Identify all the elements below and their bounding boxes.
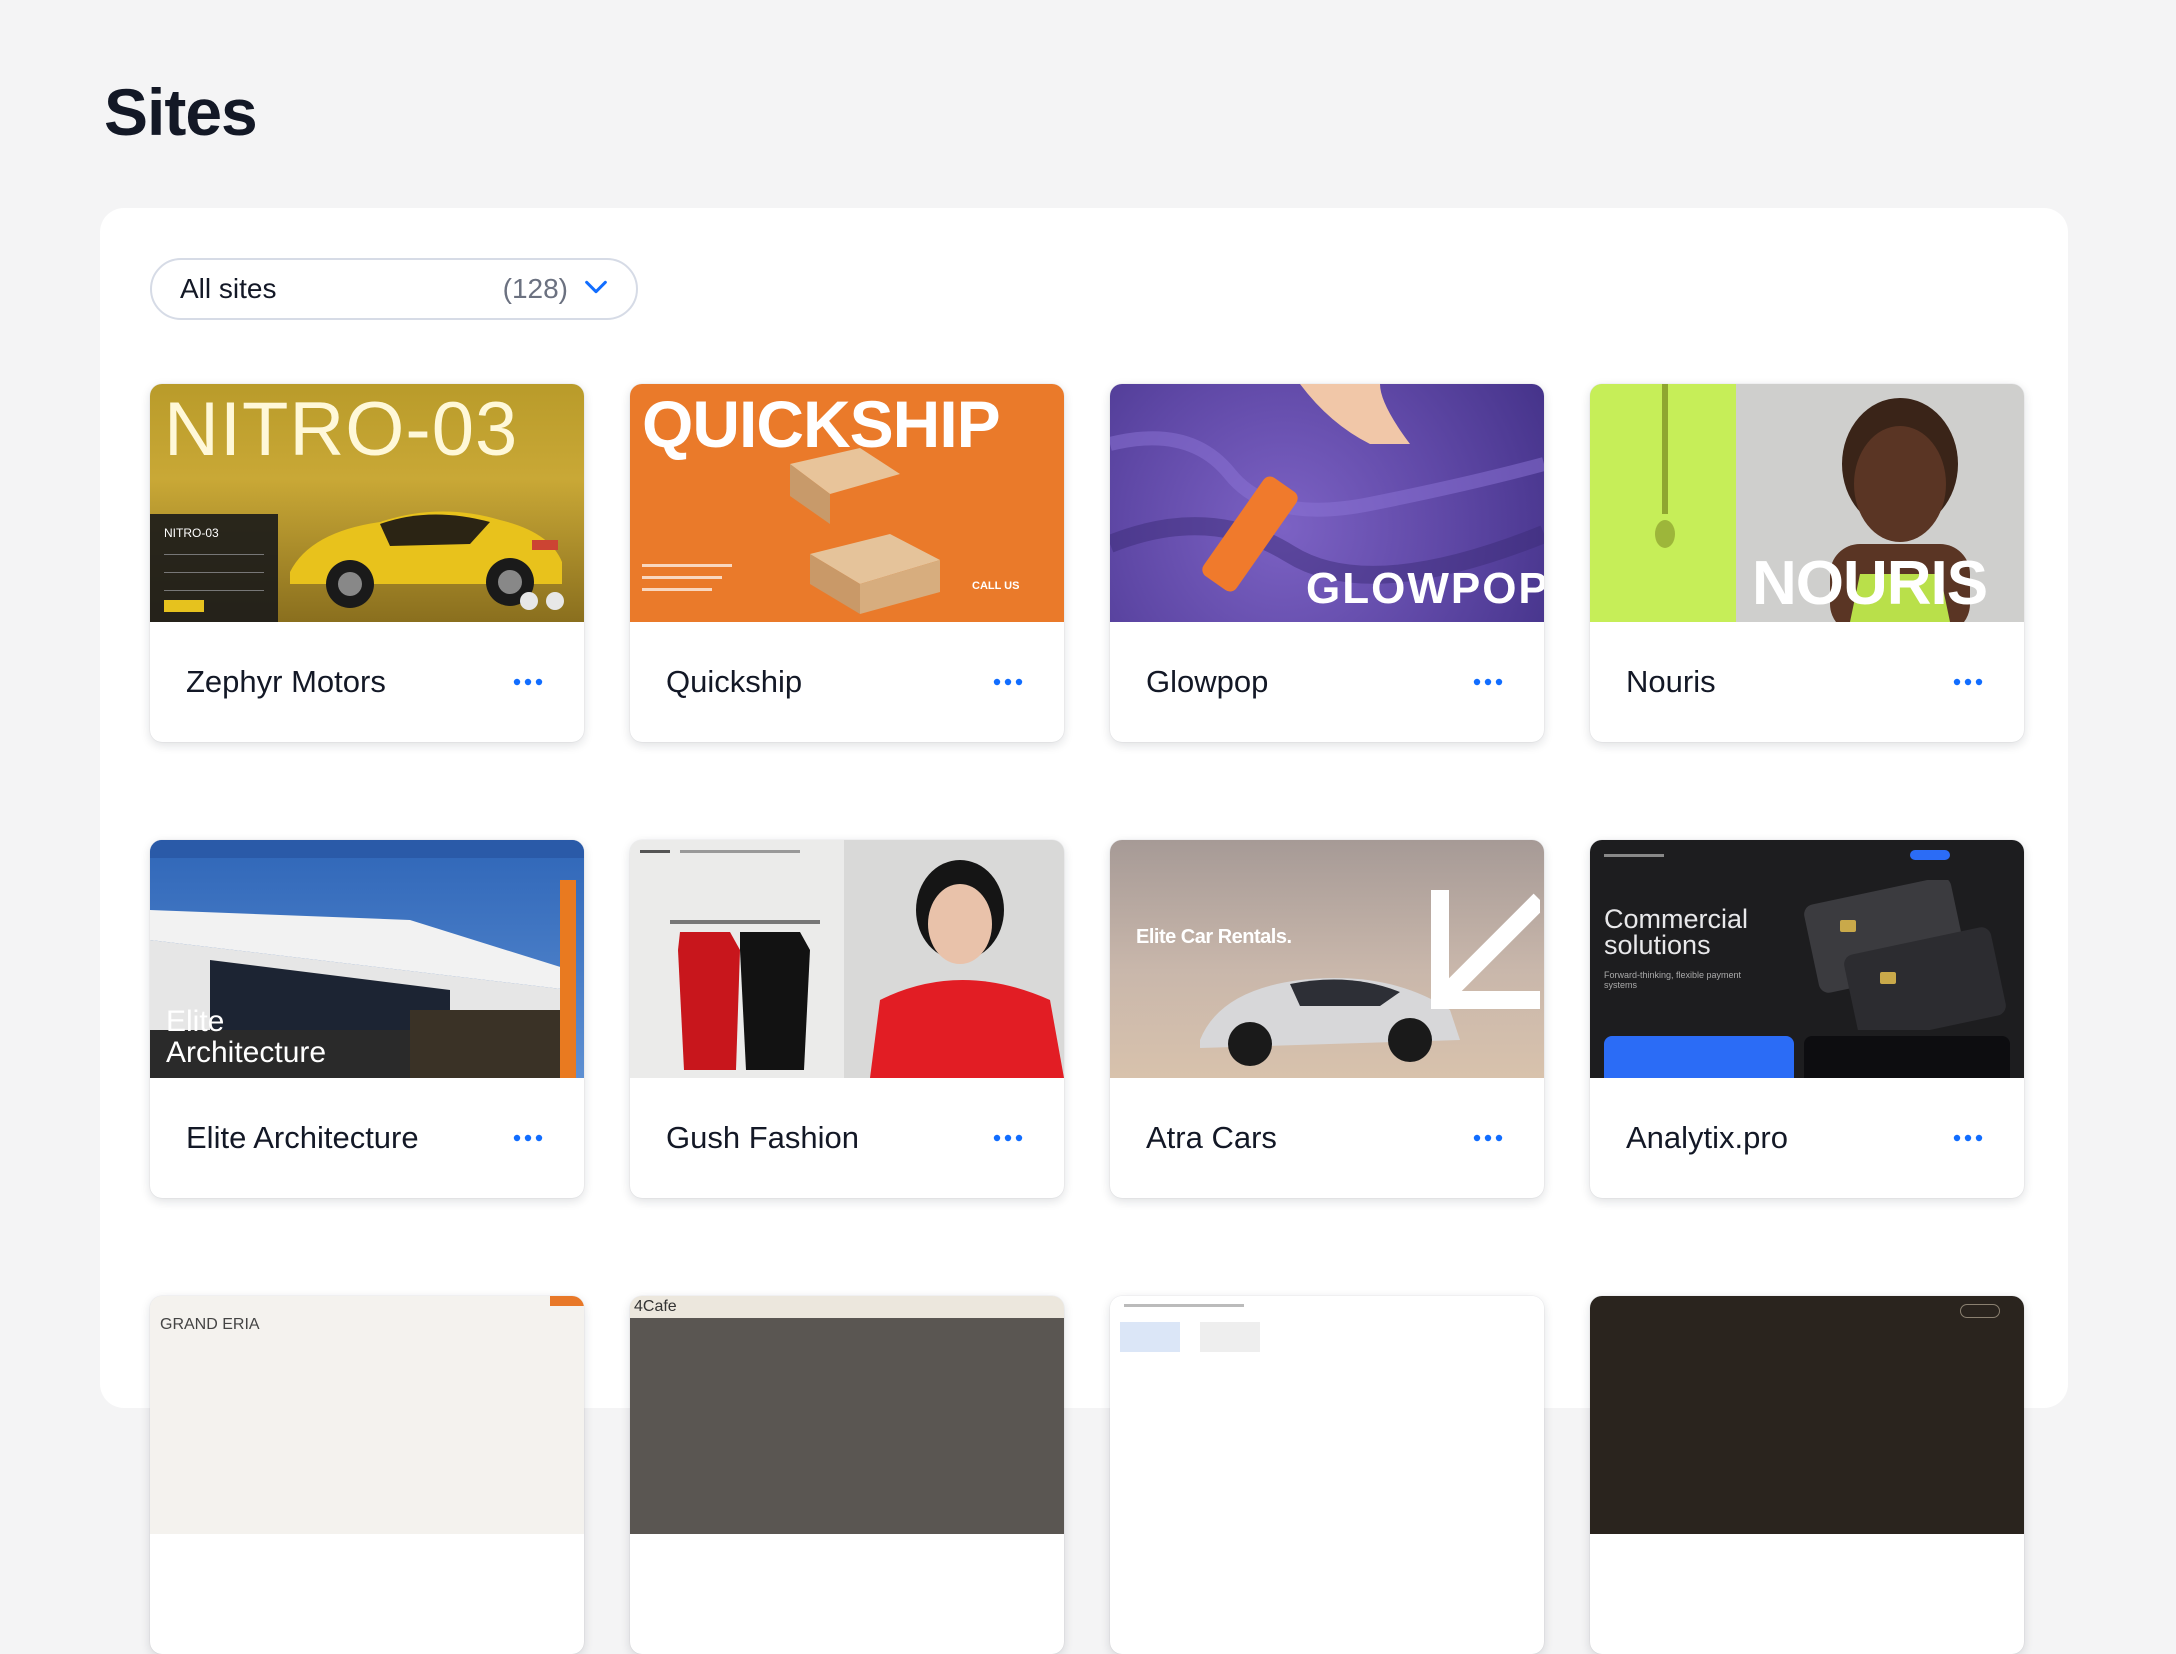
- site-thumbnail[interactable]: NOURIS: [1590, 384, 2024, 622]
- site-thumbnail[interactable]: GLOWPOP: [1110, 384, 1544, 622]
- site-card[interactable]: Elite Car Rentals. Atra Cars: [1110, 840, 1544, 1198]
- more-actions-button[interactable]: [508, 662, 548, 702]
- site-card[interactable]: GRAND ERIA: [150, 1296, 584, 1654]
- more-dots-icon: [1953, 678, 1983, 686]
- thumbnail-title: NOURIS: [1752, 549, 1988, 618]
- site-name[interactable]: Zephyr Motors: [186, 664, 508, 700]
- site-name[interactable]: Nouris: [1626, 664, 1948, 700]
- site-filter-dropdown[interactable]: All sites (128): [150, 258, 638, 320]
- site-name[interactable]: Atra Cars: [1146, 1120, 1468, 1156]
- more-actions-button[interactable]: [1468, 662, 1508, 702]
- site-thumbnail[interactable]: QUICKSHIP CALL US: [630, 384, 1064, 622]
- site-card[interactable]: Commercial solutions Forward-thinking, f…: [1590, 840, 2024, 1198]
- thumbnail-title: 4Cafe: [634, 1298, 677, 1315]
- more-actions-button[interactable]: [988, 1118, 1028, 1158]
- arrow-down-left-icon: [1431, 890, 1540, 1009]
- boxes-image: [790, 448, 940, 614]
- site-thumbnail[interactable]: NITRO-03 NITRO-03: [150, 384, 584, 622]
- car-image: [290, 511, 562, 608]
- card-footer: Zephyr Motors: [150, 622, 584, 742]
- clothes-rack-image: [670, 920, 820, 1070]
- car-image: [1200, 978, 1460, 1066]
- thumbnail-title: NITRO-03: [164, 387, 519, 472]
- site-thumbnail[interactable]: Commercial solutions Forward-thinking, f…: [1590, 840, 2024, 1078]
- more-actions-button[interactable]: [508, 1118, 548, 1158]
- site-name[interactable]: Gush Fashion: [666, 1120, 988, 1156]
- site-thumbnail[interactable]: [630, 840, 1064, 1078]
- more-dots-icon: [513, 678, 543, 686]
- thumbnail-subtitle: Forward-thinking, flexible payment syste…: [1604, 970, 1742, 990]
- site-name[interactable]: Quickship: [666, 664, 988, 700]
- more-actions-button[interactable]: [1468, 1118, 1508, 1158]
- page-title: Sites: [104, 75, 258, 149]
- card-footer: Gush Fashion: [630, 1078, 1064, 1198]
- card-footer: Nouris: [1590, 622, 2024, 742]
- thumbnail-title: Elite Architecture: [166, 1005, 327, 1069]
- card-footer: Elite Architecture: [150, 1078, 584, 1198]
- more-actions-button[interactable]: [988, 662, 1028, 702]
- site-thumbnail[interactable]: Elite Car Rentals.: [1110, 840, 1544, 1078]
- card-footer: Analytix.pro: [1590, 1078, 2024, 1198]
- thumbnail-title: GLOWPOP: [1306, 564, 1544, 613]
- site-card[interactable]: NITRO-03 NITRO-03 Zephyr Motors: [150, 384, 584, 742]
- site-card[interactable]: 4Cafe: [630, 1296, 1064, 1654]
- site-card[interactable]: QUICKSHIP CALL US Quickship: [630, 384, 1064, 742]
- cards-image: [1804, 880, 2006, 1030]
- site-card[interactable]: [1590, 1296, 2024, 1654]
- site-card[interactable]: Gush Fashion: [630, 840, 1064, 1198]
- more-dots-icon: [993, 1134, 1023, 1142]
- model-image: [870, 860, 1064, 1078]
- site-thumbnail[interactable]: Elite Architecture: [150, 840, 584, 1078]
- more-dots-icon: [993, 678, 1023, 686]
- site-name[interactable]: Elite Architecture: [186, 1120, 508, 1156]
- site-card[interactable]: Elite Architecture Elite Architecture: [150, 840, 584, 1198]
- thumbnail-subtitle: CALL US: [972, 580, 1020, 592]
- card-footer: Glowpop: [1110, 622, 1544, 742]
- more-actions-button[interactable]: [1948, 1118, 1988, 1158]
- chevron-down-icon: [582, 273, 610, 306]
- site-card[interactable]: NOURIS Nouris: [1590, 384, 2024, 742]
- more-dots-icon: [1473, 1134, 1503, 1142]
- more-dots-icon: [1473, 678, 1503, 686]
- card-footer: Quickship: [630, 622, 1064, 742]
- site-card[interactable]: [1110, 1296, 1544, 1654]
- card-footer: Atra Cars: [1110, 1078, 1544, 1198]
- thumbnail-title: Commercial solutions: [1604, 904, 1749, 960]
- more-actions-button[interactable]: [1948, 662, 1988, 702]
- thumbnail-subtitle: NITRO-03: [164, 526, 219, 540]
- thumbnail-title: GRAND ERIA: [160, 1316, 260, 1333]
- site-name[interactable]: Glowpop: [1146, 664, 1468, 700]
- site-card[interactable]: GLOWPOP Glowpop: [1110, 384, 1544, 742]
- more-dots-icon: [513, 1134, 543, 1142]
- filter-count: (128): [502, 273, 568, 304]
- more-dots-icon: [1953, 1134, 1983, 1142]
- filter-label: All sites: [180, 273, 277, 304]
- drop-image: [1655, 384, 1675, 548]
- sites-panel: All sites (128) NITRO-03 NITRO-03 Zephyr…: [100, 208, 2068, 1654]
- site-name[interactable]: Analytix.pro: [1626, 1120, 1948, 1156]
